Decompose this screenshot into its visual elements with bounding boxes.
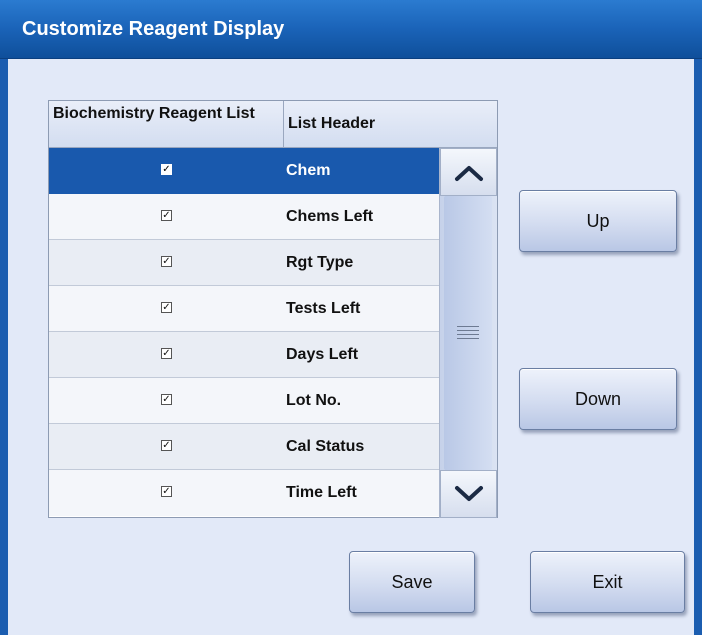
table-row[interactable]: ✓ Chem bbox=[49, 148, 439, 194]
table-rows: ✓ Chem ✓ Chems Left ✓ Rgt Type ✓ Tests L… bbox=[49, 148, 439, 516]
table-row[interactable]: ✓ Days Left bbox=[49, 332, 439, 378]
title-bar: Customize Reagent Display bbox=[0, 0, 702, 59]
row-label: Chem bbox=[286, 162, 331, 179]
row-label: Days Left bbox=[286, 346, 359, 363]
table-row[interactable]: ✓ Chems Left bbox=[49, 194, 439, 240]
row-label: Tests Left bbox=[286, 300, 361, 317]
up-button[interactable]: Up bbox=[519, 190, 677, 252]
row-checkbox[interactable]: ✓ bbox=[161, 394, 172, 405]
save-button[interactable]: Save bbox=[349, 551, 475, 613]
vertical-scrollbar[interactable] bbox=[439, 148, 497, 518]
scroll-down-button[interactable] bbox=[440, 470, 497, 518]
scrollbar-thumb[interactable] bbox=[444, 196, 492, 470]
table-row[interactable]: ✓ Time Left bbox=[49, 470, 439, 516]
row-label: Lot No. bbox=[286, 392, 342, 409]
window-title: Customize Reagent Display bbox=[22, 18, 285, 40]
chevron-down-icon bbox=[455, 486, 483, 501]
down-button[interactable]: Down bbox=[519, 368, 677, 430]
row-checkbox[interactable]: ✓ bbox=[161, 210, 172, 221]
row-checkbox[interactable]: ✓ bbox=[161, 164, 172, 175]
row-label: Chems Left bbox=[286, 208, 374, 225]
table-row[interactable]: ✓ Cal Status bbox=[49, 424, 439, 470]
table-header: Biochemistry Reagent List List Header bbox=[49, 101, 497, 148]
row-checkbox[interactable]: ✓ bbox=[161, 302, 172, 313]
chevron-up-icon bbox=[455, 166, 483, 181]
scroll-up-button[interactable] bbox=[440, 148, 497, 196]
table-row[interactable]: ✓ Lot No. bbox=[49, 378, 439, 424]
table-row[interactable]: ✓ Tests Left bbox=[49, 286, 439, 332]
row-checkbox[interactable]: ✓ bbox=[161, 348, 172, 359]
grip-lines-icon bbox=[457, 326, 479, 342]
row-label: Cal Status bbox=[286, 438, 365, 455]
row-checkbox[interactable]: ✓ bbox=[161, 256, 172, 267]
row-label: Time Left bbox=[286, 484, 357, 501]
row-label: Rgt Type bbox=[286, 254, 354, 271]
column-header-reagent-list: Biochemistry Reagent List bbox=[49, 101, 284, 147]
row-checkbox[interactable]: ✓ bbox=[161, 486, 172, 497]
reagent-list-table: Biochemistry Reagent List List Header ✓ … bbox=[48, 100, 498, 518]
table-row[interactable]: ✓ Rgt Type bbox=[49, 240, 439, 286]
column-header-list-header: List Header bbox=[288, 115, 376, 132]
row-checkbox[interactable]: ✓ bbox=[161, 440, 172, 451]
exit-button[interactable]: Exit bbox=[530, 551, 685, 613]
